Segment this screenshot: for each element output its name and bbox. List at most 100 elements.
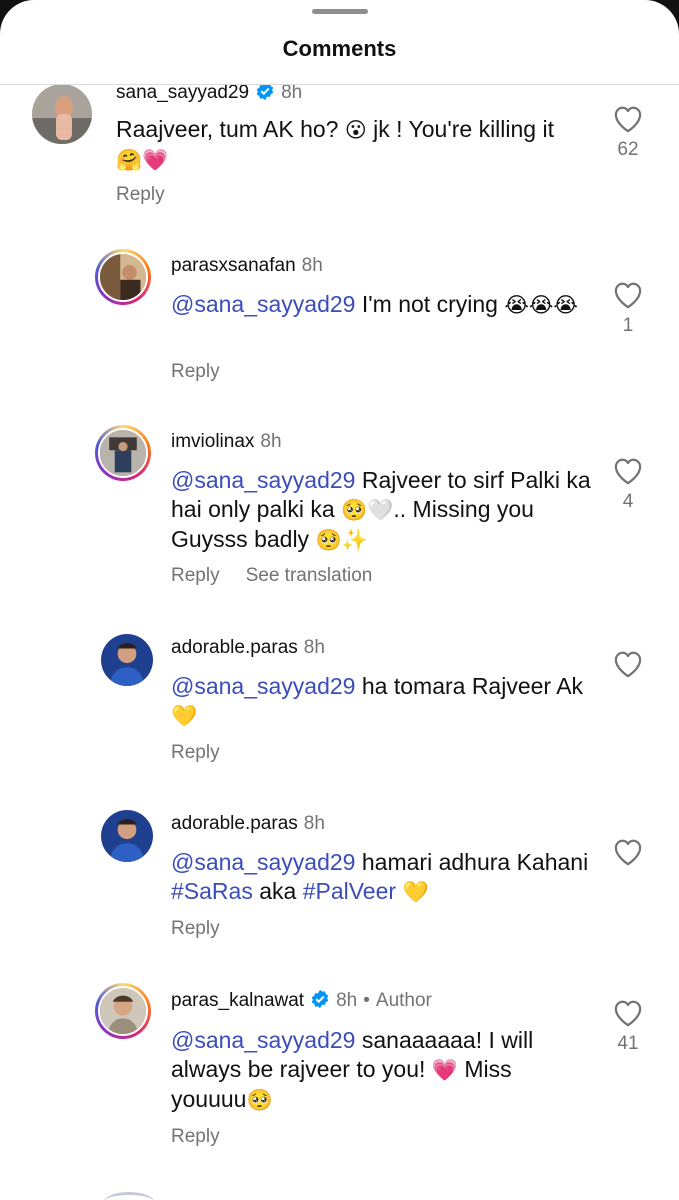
heart-icon[interactable]	[613, 650, 643, 678]
sheet-drag-handle[interactable]	[312, 9, 368, 14]
separator-dot: •	[363, 990, 370, 1011]
emoji: 😭	[528, 293, 554, 317]
comment-item: sana_sayyad29 8h Raajveer, tum AK ho? 😮 j…	[0, 85, 679, 235]
comment-time: 8h	[303, 637, 325, 658]
emoji: 🥺	[246, 1088, 273, 1112]
comment-actions: Reply	[171, 1126, 246, 1148]
emoji: 💗	[431, 1058, 458, 1082]
comment-text-segment: I'm not crying	[355, 291, 505, 317]
comments-list[interactable]: sana_sayyad29 8h Raajveer, tum AK ho? 😮 j…	[0, 85, 679, 1200]
comment-actions: Reply See translation	[171, 565, 372, 587]
hashtag-link[interactable]: #PalVeer	[303, 878, 396, 904]
like-control: 62	[608, 105, 648, 161]
emoji: 💛	[402, 880, 429, 904]
heart-icon[interactable]	[613, 838, 643, 866]
like-control: 1	[608, 281, 648, 337]
avatar[interactable]	[95, 425, 151, 481]
mention-link[interactable]: @sana_sayyad29	[171, 673, 355, 699]
reply-button[interactable]: Reply	[171, 918, 220, 939]
comment-item: parasxsanafan 8h @sana_sayyad29 I'm not c…	[0, 249, 679, 399]
heart-icon[interactable]	[613, 999, 643, 1027]
like-control: 41	[608, 999, 648, 1055]
comment-text: Raajveer, tum AK ho? 😮 jk ! You're killi…	[116, 115, 576, 175]
comment-actions: Reply	[171, 918, 246, 940]
reply-button[interactable]: Reply	[171, 742, 220, 763]
comment-text: @sana_sayyad29 hamari adhura Kahani #SaR…	[171, 848, 591, 907]
avatar[interactable]	[101, 810, 153, 862]
emoji: 🤗	[116, 148, 143, 172]
verified-badge-icon	[256, 85, 274, 101]
avatar[interactable]	[95, 983, 151, 1039]
emoji: 🥺	[315, 528, 342, 552]
like-count: 41	[617, 1033, 639, 1054]
comment-time: 8h	[281, 85, 303, 103]
comment-actions: Reply	[171, 742, 246, 764]
comment-text: @sana_sayyad29 I'm not crying 😭😭😭	[171, 290, 591, 320]
avatar[interactable]	[95, 249, 151, 305]
reply-button[interactable]: Reply	[171, 565, 220, 586]
emoji: 💗	[142, 148, 169, 172]
comment-time: 8h	[303, 813, 325, 834]
comment-meta: adorable.paras 8h	[171, 637, 325, 659]
emoji: 🤍	[367, 498, 394, 522]
mention-link[interactable]: @sana_sayyad29	[171, 467, 355, 493]
mention-link[interactable]: @sana_sayyad29	[171, 849, 355, 875]
like-control: 4	[608, 457, 648, 513]
verified-badge-icon	[311, 989, 329, 1009]
like-count: 1	[622, 315, 634, 336]
heart-icon[interactable]	[613, 457, 643, 485]
like-count: 62	[617, 139, 639, 160]
emoji: 😭	[504, 293, 529, 317]
hashtag-link[interactable]: #SaRas	[171, 878, 253, 904]
reply-button[interactable]: Reply	[171, 1126, 220, 1147]
emoji: ✨	[341, 528, 368, 552]
comment-text-segment: hamari adhura Kahani	[355, 849, 589, 875]
emoji: 😭	[553, 293, 578, 317]
comment-item: paras_kalnawat 8h • Author @sana_sayyad29 s…	[0, 983, 679, 1173]
heart-icon[interactable]	[613, 105, 643, 133]
username[interactable]: imviolinax	[171, 431, 254, 452]
like-count: 4	[622, 491, 634, 512]
mention-link[interactable]: @sana_sayyad29	[171, 1027, 355, 1053]
username[interactable]: paras_kalnawat	[171, 990, 304, 1011]
comment-text-segment: jk ! You're killing it	[366, 116, 554, 142]
comment-meta: parasxsanafan 8h	[171, 255, 323, 277]
see-translation-link[interactable]: See translation	[246, 565, 373, 586]
comment-text-segment: ha tomara Rajveer Ak	[355, 673, 584, 699]
comment-time: 8h	[260, 431, 282, 452]
comment-text: @sana_sayyad29 sanaaaaaa! I will always …	[171, 1026, 581, 1115]
comments-sheet: Comments sana_sayyad29 8h Raajveer, tum A…	[0, 0, 679, 1200]
reply-button[interactable]: Reply	[116, 184, 165, 205]
username[interactable]: parasxsanafan	[171, 255, 296, 276]
avatar[interactable]	[32, 85, 92, 144]
username[interactable]: adorable.paras	[171, 813, 298, 834]
like-control	[608, 838, 648, 872]
username[interactable]: adorable.paras	[171, 637, 298, 658]
avatar[interactable]	[101, 634, 153, 686]
comment-actions: Reply	[171, 361, 246, 383]
comment-meta: adorable.paras 8h	[171, 813, 325, 835]
heart-icon[interactable]	[613, 281, 643, 309]
emoji: 🥺	[341, 498, 368, 522]
comment-item: adorable.paras 8h @sana_sayyad29 ha tomar…	[0, 631, 679, 781]
comment-meta: imviolinax 8h	[171, 431, 282, 453]
next-comment-avatar-partial	[104, 1192, 154, 1200]
emoji: 💛	[171, 704, 198, 728]
comment-text: @sana_sayyad29 Rajveer to sirf Palki ka …	[171, 466, 591, 555]
comment-item: imviolinax 8h @sana_sayyad29 Rajveer to s…	[0, 425, 679, 605]
comment-time: 8h	[336, 990, 358, 1011]
comment-text: @sana_sayyad29 ha tomara Rajveer Ak 💛	[171, 672, 591, 731]
comment-time: 8h	[301, 255, 323, 276]
emoji: 😮	[344, 118, 367, 142]
like-control	[608, 650, 648, 684]
page-title: Comments	[282, 36, 397, 61]
reply-button[interactable]: Reply	[171, 361, 220, 382]
username[interactable]: sana_sayyad29	[116, 85, 249, 103]
comment-text-segment: aka	[252, 878, 303, 904]
comment-actions: Reply	[116, 184, 191, 206]
mention-link[interactable]: @sana_sayyad29	[171, 291, 355, 317]
comment-text-segment: Raajveer, tum AK ho?	[116, 116, 345, 142]
comment-meta: paras_kalnawat 8h • Author	[171, 989, 432, 1012]
author-label: Author	[375, 990, 432, 1011]
comment-meta: sana_sayyad29 8h	[116, 85, 302, 104]
